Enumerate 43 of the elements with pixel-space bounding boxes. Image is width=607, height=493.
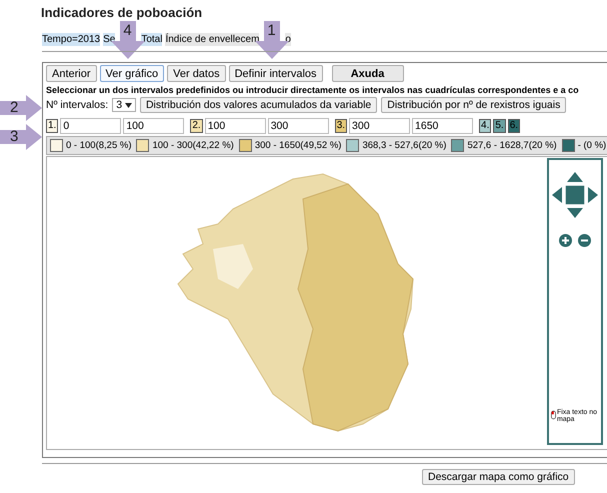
interval-from-field[interactable]: 0 [60, 118, 122, 134]
interval-number[interactable]: 4. [479, 119, 492, 133]
toolbar-button[interactable]: Axuda [332, 65, 404, 82]
page-title: Indicadores de poboación [41, 5, 202, 20]
dropdown-caret-icon [124, 103, 132, 108]
toolbar-button[interactable]: Anterior [46, 65, 97, 82]
intervals-label: Nº intervalos: [46, 99, 108, 111]
toolbar-button[interactable]: Ver datos [167, 65, 226, 82]
zoom-in-icon[interactable] [559, 234, 572, 247]
distribution-button[interactable]: Distribución por nº de rexistros iguais [381, 97, 566, 113]
legend-label: 100 - 300(42,22 %) [152, 140, 234, 151]
legend-label: 300 - 1650(49,52 %) [254, 140, 342, 151]
legend-label: 0 - 100(8,25 %) [66, 140, 132, 151]
zoom-out-icon[interactable] [578, 234, 591, 247]
interval-from-field[interactable]: 300 [349, 118, 410, 134]
interval-number: 2. [190, 119, 203, 133]
breadcrumb-item[interactable]: Índice de envellecem [165, 33, 260, 46]
mouse-icon[interactable] [551, 409, 556, 421]
callout-number: 1 [267, 22, 276, 39]
interval-from-field[interactable]: 100 [204, 118, 266, 134]
intervals-select[interactable]: 3 [112, 98, 136, 112]
toolbar-button[interactable]: Ver gráfico [100, 65, 164, 82]
legend-label: 527,6 - 1628,7(20 %) [467, 140, 557, 151]
callout-arrow-icon [0, 124, 42, 150]
interval-number: 1. [46, 119, 58, 133]
interval-number: 3. [334, 119, 348, 133]
callout-number: 2 [10, 99, 18, 116]
interval-to-field[interactable]: 300 [268, 118, 329, 134]
breadcrumb-item[interactable]: Total [141, 33, 162, 46]
download-map-button[interactable]: Descargar mapa como gráfico [422, 469, 575, 485]
breadcrumb-item[interactable]: Tempo=2013 [42, 33, 100, 46]
interval-to-field[interactable]: 100 [123, 118, 184, 134]
callout-number: 3 [10, 128, 18, 145]
legend-label: 368,3 - 527,6(20 %) [362, 140, 446, 151]
instruction-text: Seleccionar un dos intervalos predefinidos ou introducir directamente os intervalos nas cuadrículas correspondentes e a co [46, 85, 580, 95]
interval-number[interactable]: 5. [493, 119, 506, 133]
callout-number: 4 [123, 22, 132, 39]
toolbar-button[interactable]: Definir intervalos [228, 65, 323, 82]
legend-label: - (0 %) [578, 140, 606, 151]
distribution-button[interactable]: Distribución dos valores acumulados da variable [140, 97, 378, 113]
pan-arrows-icon[interactable] [552, 172, 598, 218]
interval-to-field[interactable]: 1650 [412, 118, 474, 134]
callout-arrow-icon [0, 95, 42, 121]
